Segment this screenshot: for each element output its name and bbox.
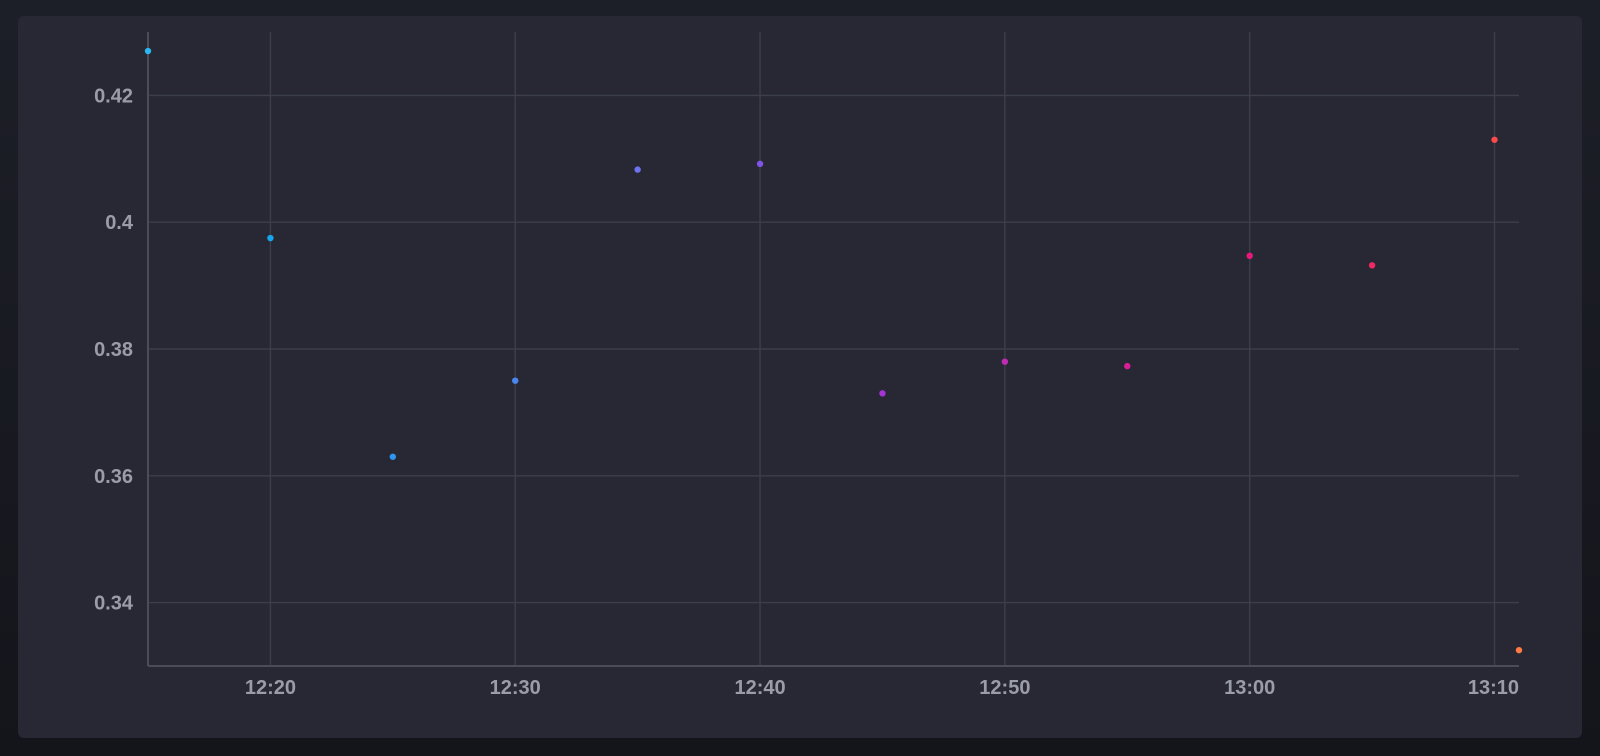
data-point[interactable]: [1491, 136, 1498, 143]
y-tick-label: 0.4: [105, 212, 134, 234]
tick-labels: 0.34 0.36 0.38 0.4 0.42 12:20 12:30 12:40 12:50 1…: [94, 85, 1519, 699]
data-point[interactable]: [1515, 646, 1523, 654]
x-tick-label: 12:30: [490, 677, 541, 699]
x-tick-label: 13:00: [1224, 677, 1275, 699]
scatter-chart: 0.34 0.36 0.38 0.4 0.42 12:20 12:30 12:40 12:50 1…: [94, 32, 1523, 699]
data-point[interactable]: [1001, 358, 1009, 365]
data-point[interactable]: [879, 390, 886, 397]
data-point[interactable]: [144, 47, 152, 55]
data-point[interactable]: [389, 453, 397, 460]
y-tick-label: 0.42: [94, 85, 133, 107]
x-tick-label: 12:50: [979, 677, 1030, 699]
data-point[interactable]: [267, 234, 274, 242]
data-point[interactable]: [1124, 362, 1131, 370]
data-point[interactable]: [512, 377, 519, 384]
y-tick-label: 0.34: [94, 593, 134, 615]
x-tick-label: 12:40: [734, 677, 785, 699]
y-tick-label: 0.36: [94, 466, 133, 488]
chart-panel: 0.34 0.36 0.38 0.4 0.42 12:20 12:30 12:40 12:50 1…: [18, 16, 1582, 738]
y-tick-label: 0.38: [94, 339, 133, 361]
x-tick-label: 12:20: [245, 677, 296, 699]
data-point[interactable]: [1368, 262, 1376, 269]
page-background: 0.34 0.36 0.38 0.4 0.42 12:20 12:30 12:40 12:50 1…: [0, 0, 1600, 756]
data-point[interactable]: [1246, 252, 1253, 260]
data-points: [144, 47, 1523, 654]
grid: [148, 32, 1519, 666]
x-tick-label: 13:10: [1468, 677, 1519, 699]
data-point[interactable]: [756, 160, 764, 168]
data-point[interactable]: [634, 166, 641, 173]
